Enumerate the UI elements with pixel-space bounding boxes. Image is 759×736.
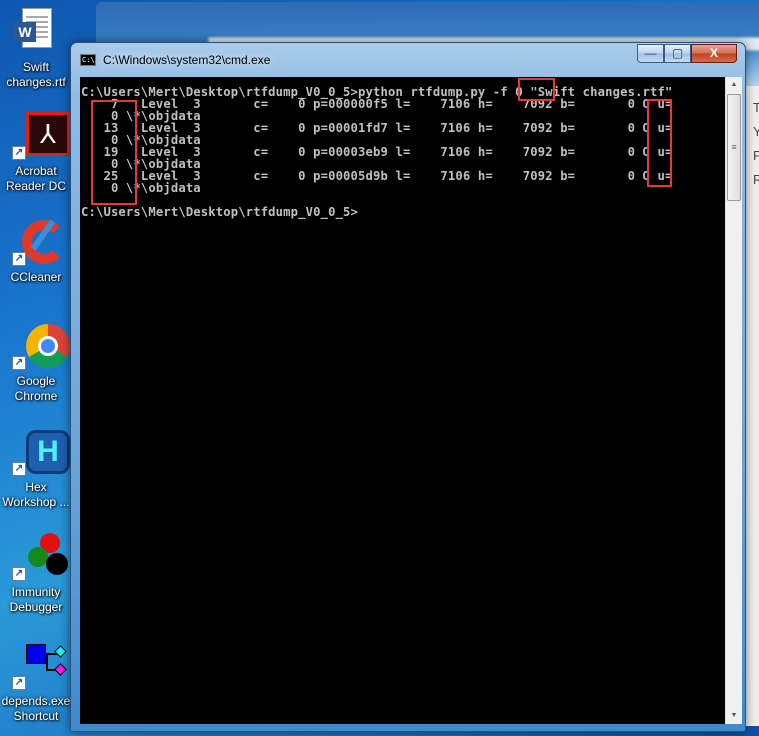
vertical-scrollbar[interactable]: ▲ ≡ ▼ <box>725 77 742 724</box>
icon-label: Reader DC <box>0 179 72 194</box>
scrollbar-thumb[interactable]: ≡ <box>727 94 741 201</box>
acrobat-icon: ⅄ ↗ <box>12 112 60 160</box>
icon-label: Immunity <box>0 585 72 600</box>
desktop-icon-acrobat[interactable]: ⅄ ↗ Acrobat Reader DC <box>0 112 72 194</box>
cmd-titlebar[interactable]: C:\ C:\Windows\system32\cmd.exe — ▢ X <box>71 43 745 73</box>
icon-label: Debugger <box>0 600 72 615</box>
minimize-button[interactable]: — <box>637 44 664 63</box>
chrome-icon: ↗ <box>12 322 60 370</box>
icon-label: CCleaner <box>0 270 72 285</box>
desktop-icon-depends[interactable]: ↗ depends.exe Shortcut <box>0 642 72 724</box>
immunity-debugger-icon: ↗ <box>12 533 60 581</box>
depends-icon: ↗ <box>12 642 60 690</box>
maximize-button[interactable]: ▢ <box>664 44 691 63</box>
icon-label: Acrobat <box>0 164 72 179</box>
desktop-icon-hex-workshop[interactable]: H ↗ Hex Workshop ... <box>0 428 72 510</box>
window-title: C:\Windows\system32\cmd.exe <box>103 53 270 67</box>
shortcut-arrow-icon: ↗ <box>12 676 26 690</box>
icon-label: Swift <box>0 60 72 75</box>
desktop-icon-swift-changes[interactable]: W Swift changes.rtf <box>0 8 72 90</box>
icon-label: depends.exe <box>0 694 72 709</box>
ccleaner-icon: ↗ <box>12 218 60 266</box>
scroll-up-arrow-icon[interactable]: ▲ <box>726 77 742 93</box>
cmd-app-icon[interactable]: C:\ <box>80 54 96 66</box>
shortcut-arrow-icon: ↗ <box>12 146 26 160</box>
shortcut-arrow-icon: ↗ <box>12 252 26 266</box>
desktop-icon-ccleaner[interactable]: ↗ CCleaner <box>0 218 72 285</box>
icon-label: Shortcut <box>0 709 72 724</box>
shortcut-arrow-icon: ↗ <box>12 567 26 581</box>
cmd-window[interactable]: C:\ C:\Windows\system32\cmd.exe — ▢ X C:… <box>70 42 746 732</box>
hex-workshop-icon: H ↗ <box>12 428 60 476</box>
desktop-icon-chrome[interactable]: ↗ Google Chrome <box>0 322 72 404</box>
scroll-down-arrow-icon[interactable]: ▼ <box>726 708 742 724</box>
desktop-icon-immunity-debugger[interactable]: ↗ Immunity Debugger <box>0 533 72 615</box>
close-button[interactable]: X <box>691 44 737 63</box>
icon-label: Workshop ... <box>0 495 72 510</box>
icon-label: Hex <box>0 480 72 495</box>
icon-label: changes.rtf <box>0 75 72 90</box>
window-controls: — ▢ X <box>637 44 737 63</box>
icon-label: Chrome <box>0 389 72 404</box>
word-document-icon: W <box>12 8 60 56</box>
console-text: C:\Users\Mert\Desktop\rtfdump_V0_0_5>pyt… <box>81 86 673 218</box>
shortcut-arrow-icon: ↗ <box>12 356 26 370</box>
shortcut-arrow-icon: ↗ <box>12 462 26 476</box>
console-output[interactable]: C:\Users\Mert\Desktop\rtfdump_V0_0_5>pyt… <box>80 77 725 724</box>
icon-label: Google <box>0 374 72 389</box>
